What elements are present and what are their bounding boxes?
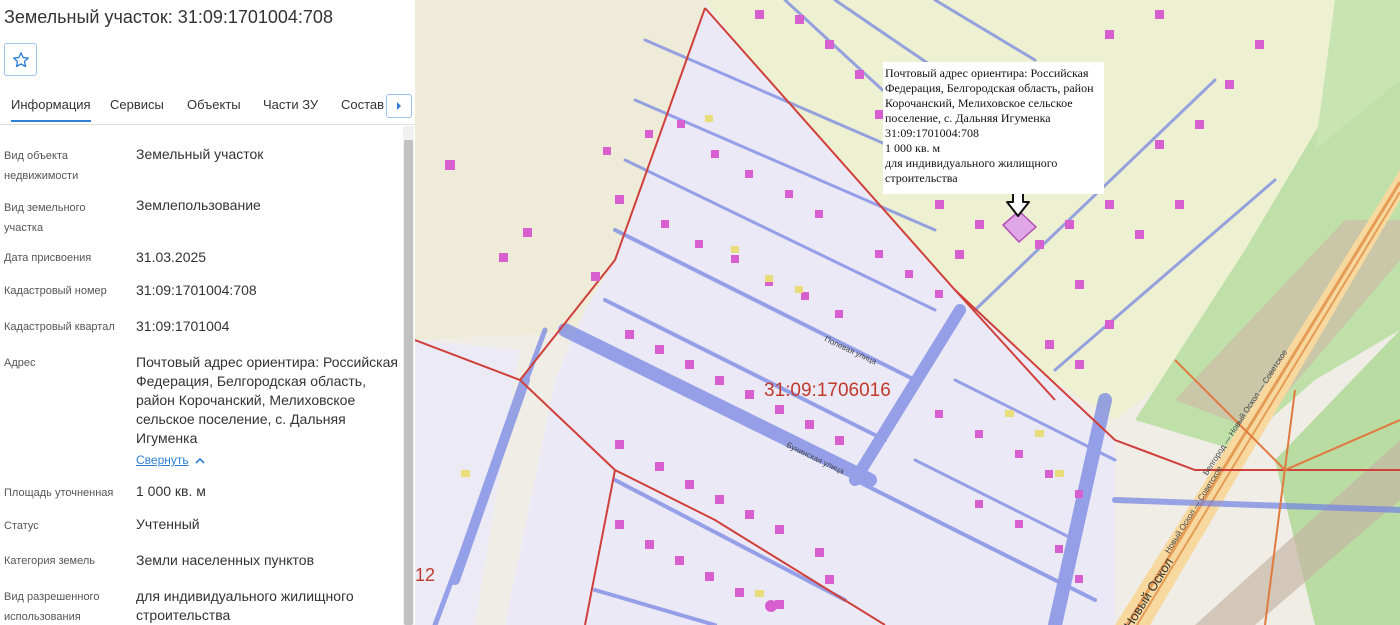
- label-land-category: Категория земель: [4, 555, 95, 567]
- label-cadastral-quarter: Кадастровый квартал: [4, 321, 115, 333]
- popup-cadastral-number: 31:09:1701004:708: [885, 126, 980, 140]
- label-status: Статус: [4, 520, 39, 532]
- value-land-type: Землепользование: [136, 197, 261, 213]
- label-area: Площадь уточненная: [4, 487, 114, 499]
- properties-list: Вид объекта недвижимости Земельный участ…: [0, 126, 403, 625]
- map-edge-label: 12: [415, 565, 436, 585]
- tab-services[interactable]: Сервисы: [110, 97, 164, 112]
- map-view[interactable]: Почтовый адрес ориентира: Российская Фед…: [415, 0, 1400, 625]
- sidebar-scrollbar[interactable]: [403, 126, 414, 625]
- tab-composition[interactable]: Состав: [341, 97, 384, 112]
- collapse-label: Свернуть: [136, 453, 189, 467]
- cadastral-quarter-label: 31:09:1706016: [764, 380, 891, 401]
- value-object-type: Земельный участок: [136, 146, 264, 162]
- page-title: Земельный участок: 31:09:1701004:708: [4, 7, 333, 27]
- value-cadastral-number: 31:09:1701004:708: [136, 282, 257, 298]
- popup-address: Почтовый адрес ориентира: Российская Фед…: [885, 66, 1094, 125]
- label-object-type: Вид объекта недвижимости: [4, 150, 79, 182]
- tab-parts[interactable]: Части ЗУ: [263, 97, 318, 112]
- info-sidebar: Земельный участок: 31:09:1701004:708 Инф…: [0, 0, 415, 625]
- tab-objects[interactable]: Объекты: [187, 97, 241, 112]
- value-area: 1 000 кв. м: [136, 483, 206, 499]
- label-cadastral-number: Кадастровый номер: [4, 285, 107, 297]
- tab-bar: Информация Сервисы Объекты Части ЗУ Сост…: [0, 91, 415, 125]
- favorite-button[interactable]: [4, 43, 37, 76]
- value-assigned-date: 31.03.2025: [136, 249, 207, 265]
- value-cadastral-quarter: 31:09:1701004: [136, 318, 230, 334]
- chevron-up-icon: [195, 457, 205, 464]
- app-window: Земельный участок: 31:09:1701004:708 Инф…: [0, 0, 1400, 625]
- popup-area: 1 000 кв. м: [885, 141, 941, 155]
- label-address: Адрес: [4, 357, 36, 369]
- value-address: Почтовый адрес ориентира: Российская Фед…: [136, 354, 398, 446]
- popup-use: для индивидуального жилищного строительс…: [885, 156, 1058, 185]
- value-land-category: Земли населенных пунктов: [136, 552, 315, 568]
- label-permitted-use: Вид разрешенного использования: [4, 591, 100, 623]
- scrollbar-thumb[interactable]: [404, 140, 413, 625]
- parcel-popup: Почтовый адрес ориентира: Российская Фед…: [883, 62, 1104, 194]
- value-status: Учтенный: [136, 516, 200, 532]
- tab-info[interactable]: Информация: [11, 97, 91, 122]
- value-permitted-use: для индивидуального жилищного строительс…: [136, 588, 354, 623]
- chevron-right-icon: [397, 102, 401, 110]
- collapse-link[interactable]: Свернуть: [136, 453, 205, 467]
- label-assigned-date: Дата присвоения: [4, 252, 92, 264]
- star-icon: [12, 51, 29, 67]
- label-land-type: Вид земельного участка: [4, 202, 86, 234]
- tabs-next-button[interactable]: [386, 94, 412, 118]
